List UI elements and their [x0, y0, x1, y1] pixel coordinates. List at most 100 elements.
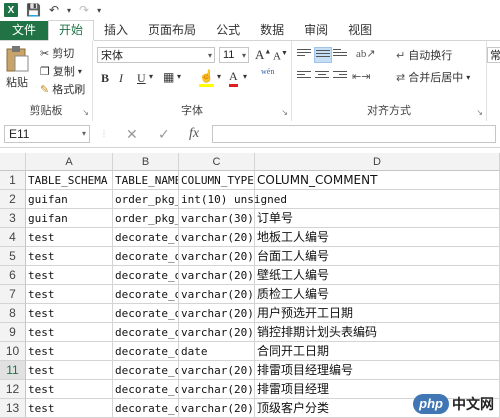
chevron-down-icon[interactable]: ▾ — [149, 72, 153, 81]
font-color-icon[interactable]: A — [229, 69, 238, 87]
underline-button[interactable]: U — [137, 71, 146, 86]
row-header[interactable]: 7 — [0, 285, 26, 304]
phonetic-button[interactable]: wén — [261, 67, 274, 76]
cell-b[interactable]: TABLE_NAME — [113, 171, 179, 190]
enter-icon[interactable]: ✓ — [158, 126, 170, 143]
increase-font-size-button[interactable]: A▲ — [255, 47, 271, 63]
cell-c[interactable]: varchar(20) — [179, 399, 255, 418]
row-header[interactable]: 2 — [0, 190, 26, 209]
formula-input[interactable] — [212, 125, 496, 143]
cell-c[interactable]: varchar(20) — [179, 380, 255, 399]
chevron-down-icon[interactable]: ▾ — [67, 6, 71, 15]
row-header[interactable]: 3 — [0, 209, 26, 228]
row-header[interactable]: 11 — [0, 361, 26, 380]
cell-b[interactable]: order_pkg_ — [113, 190, 179, 209]
align-left-icon[interactable] — [296, 69, 312, 83]
merge-center-button[interactable]: ⇄ 合并后居中 ▾ — [396, 69, 470, 85]
cell-b[interactable]: decorate_o — [113, 285, 179, 304]
select-all-corner[interactable] — [0, 153, 26, 171]
row-header[interactable]: 6 — [0, 266, 26, 285]
cell-b[interactable]: decorate_o — [113, 247, 179, 266]
cell-d[interactable]: 销控排期计划头表编码 — [255, 323, 500, 342]
chevron-down-icon[interactable]: ▾ — [243, 72, 247, 81]
cell-c[interactable]: int(10) unsigned — [179, 190, 287, 209]
cell-c[interactable]: varchar(20) — [179, 361, 255, 380]
row-header[interactable]: 13 — [0, 399, 26, 418]
row-header[interactable]: 1 — [0, 171, 26, 190]
column-header-a[interactable]: A — [26, 153, 113, 171]
undo-icon[interactable]: ↶ — [49, 3, 59, 17]
orientation-icon[interactable]: ab↗ — [356, 47, 376, 60]
tab-review[interactable]: 审阅 — [294, 21, 338, 40]
tab-insert[interactable]: 插入 — [94, 21, 138, 40]
cell-d[interactable]: 排雷项目经理编号 — [255, 361, 500, 380]
save-icon[interactable]: 💾 — [26, 3, 41, 17]
cell-a[interactable]: test — [26, 304, 113, 323]
cut-button[interactable]: ✂ 剪切 — [40, 45, 74, 61]
borders-icon[interactable]: ▦ — [163, 70, 174, 85]
cell-b[interactable]: decorate_o — [113, 361, 179, 380]
cell-c[interactable]: varchar(30) — [179, 209, 255, 228]
row-header[interactable]: 5 — [0, 247, 26, 266]
copy-button[interactable]: ❐ 复制 ▾ — [40, 63, 82, 79]
customize-qat-icon[interactable]: ▾ — [97, 6, 101, 15]
number-format-select[interactable]: 常 — [487, 47, 500, 63]
decrease-font-size-button[interactable]: A▼ — [273, 49, 288, 63]
cell-c[interactable]: varchar(20) — [179, 266, 255, 285]
cell-a[interactable]: test — [26, 380, 113, 399]
row-header[interactable]: 12 — [0, 380, 26, 399]
cell-d[interactable]: 订单号 — [255, 209, 500, 228]
dialog-launcher-icon[interactable]: ↘ — [281, 108, 288, 117]
align-top-icon[interactable] — [296, 47, 312, 61]
cell-b[interactable]: decorate_o — [113, 228, 179, 247]
wrap-text-button[interactable]: ↵ 自动换行 — [396, 47, 452, 63]
row-header[interactable]: 4 — [0, 228, 26, 247]
cell-a[interactable]: test — [26, 247, 113, 266]
cell-a[interactable]: test — [26, 285, 113, 304]
dialog-launcher-icon[interactable]: ↘ — [82, 108, 89, 117]
cell-d[interactable]: 合同开工日期 — [255, 342, 500, 361]
cell-c[interactable]: varchar(20) — [179, 285, 255, 304]
tab-page-layout[interactable]: 页面布局 — [138, 21, 206, 40]
row-header[interactable]: 8 — [0, 304, 26, 323]
cell-d[interactable]: 地板工人编号 — [255, 228, 500, 247]
cell-a[interactable]: test — [26, 361, 113, 380]
cell-d[interactable]: 用户预选开工日期 — [255, 304, 500, 323]
cell-c[interactable]: varchar(20) — [179, 304, 255, 323]
cell-a[interactable]: test — [26, 399, 113, 418]
align-right-icon[interactable] — [332, 69, 348, 83]
dialog-launcher-icon[interactable]: ↘ — [476, 108, 483, 117]
cell-b[interactable]: decorate_o — [113, 399, 179, 418]
tab-view[interactable]: 视图 — [338, 21, 382, 40]
fill-color-icon[interactable]: ☝ — [199, 69, 214, 87]
cell-c[interactable]: varchar(20) — [179, 323, 255, 342]
cell-b[interactable]: decorate_o — [113, 380, 179, 399]
cell-d[interactable] — [255, 190, 500, 209]
cell-d[interactable]: COLUMN_COMMENT — [255, 171, 500, 190]
align-bottom-icon[interactable] — [332, 47, 348, 61]
tab-formulas[interactable]: 公式 — [206, 21, 250, 40]
cell-d[interactable]: 壁纸工人编号 — [255, 266, 500, 285]
cell-a[interactable]: TABLE_SCHEMA — [26, 171, 113, 190]
cell-c[interactable]: COLUMN_TYPE — [179, 171, 255, 190]
row-header[interactable]: 10 — [0, 342, 26, 361]
cell-b[interactable]: decorate_o — [113, 342, 179, 361]
cell-b[interactable]: decorate_o — [113, 266, 179, 285]
name-box[interactable]: E11 ▾ — [4, 125, 90, 143]
cell-c[interactable]: varchar(20) — [179, 247, 255, 266]
column-header-b[interactable]: B — [113, 153, 179, 171]
cell-a[interactable]: test — [26, 228, 113, 247]
chevron-down-icon[interactable]: ▾ — [217, 72, 221, 81]
tab-home[interactable]: 开始 — [48, 20, 95, 41]
column-header-d[interactable]: D — [255, 153, 500, 171]
align-center-icon[interactable] — [314, 69, 330, 83]
cell-a[interactable]: test — [26, 342, 113, 361]
cell-d[interactable]: 台面工人编号 — [255, 247, 500, 266]
paste-button[interactable]: 粘贴 — [4, 45, 30, 90]
redo-icon[interactable]: ↷ — [79, 3, 89, 17]
bold-button[interactable]: B — [101, 71, 109, 86]
cell-b[interactable]: decorate_o — [113, 304, 179, 323]
row-header[interactable]: 9 — [0, 323, 26, 342]
format-painter-button[interactable]: ✎ 格式刷 — [40, 81, 85, 97]
cell-c[interactable]: date — [179, 342, 255, 361]
